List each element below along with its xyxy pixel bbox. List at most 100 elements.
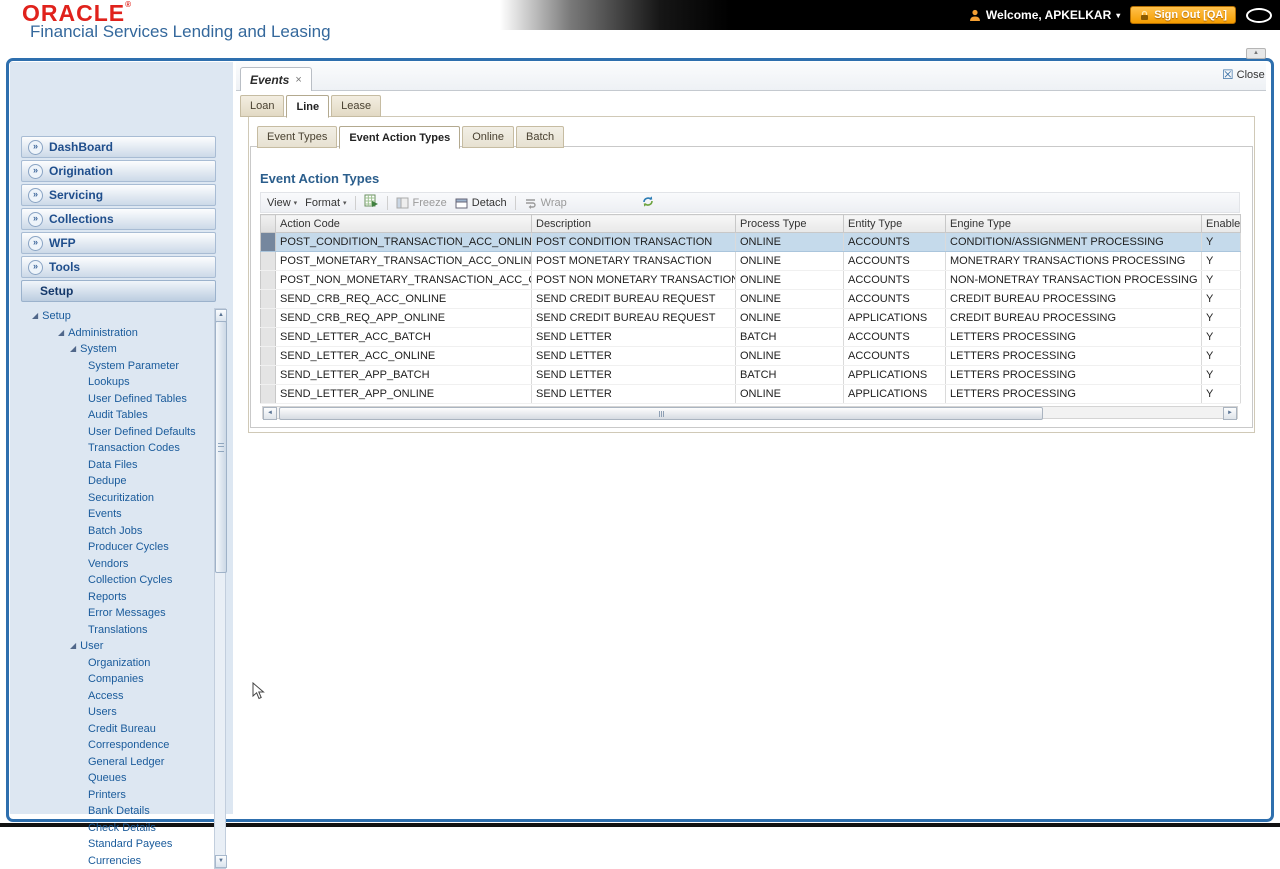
cell-enabled[interactable]: Y <box>1202 252 1241 271</box>
tree-item[interactable]: ◢ Audit Tables <box>22 407 212 424</box>
row-selector[interactable] <box>261 252 276 271</box>
tree-expander-icon[interactable]: ◢ <box>70 345 76 353</box>
cell-action-code[interactable]: POST_CONDITION_TRANSACTION_ACC_ONLINE <box>276 233 532 252</box>
tree-item[interactable]: ◢ Lookups <box>22 374 212 391</box>
row-selector[interactable] <box>261 347 276 366</box>
tree-expander-icon[interactable]: ◢ <box>32 312 38 320</box>
tree-item[interactable]: ◢ Producer Cycles <box>22 539 212 556</box>
row-selector[interactable] <box>261 309 276 328</box>
tree-item[interactable]: ◢ Transaction Codes <box>22 440 212 457</box>
tree-item[interactable]: ◢ Check Details <box>22 820 212 837</box>
tab[interactable]: Lease <box>331 95 381 117</box>
scroll-down-button[interactable]: ▼ <box>215 855 227 868</box>
table-row[interactable]: POST_CONDITION_TRANSACTION_ACC_ONLINE PO… <box>261 233 1241 252</box>
view-menu[interactable]: View ▾ <box>267 197 297 209</box>
cell-enabled[interactable]: Y <box>1202 309 1241 328</box>
tree-item[interactable]: ◢ Securitization <box>22 490 212 507</box>
tree-item[interactable]: ◢ Events <box>22 506 212 523</box>
cell-process-type[interactable]: ONLINE <box>736 290 844 309</box>
tree-item[interactable]: ◢ Setup <box>22 308 212 325</box>
column-header[interactable]: Description <box>532 215 736 233</box>
cell-process-type[interactable]: ONLINE <box>736 309 844 328</box>
wrap-button[interactable]: Wrap <box>524 197 567 209</box>
detach-button[interactable]: Detach <box>455 197 507 209</box>
document-tab-events[interactable]: Events × <box>240 67 312 91</box>
cell-description[interactable]: SEND CREDIT BUREAU REQUEST <box>532 309 736 328</box>
cell-action-code[interactable]: SEND_LETTER_ACC_ONLINE <box>276 347 532 366</box>
tree-item[interactable]: ◢ Correspondence <box>22 737 212 754</box>
cell-entity-type[interactable]: ACCOUNTS <box>844 290 946 309</box>
tree-item[interactable]: ◢ User <box>22 638 212 655</box>
user-menu[interactable]: Welcome, APKELKAR ▾ <box>969 8 1120 22</box>
tree-item[interactable]: ◢ Access <box>22 688 212 705</box>
cell-action-code[interactable]: POST_NON_MONETARY_TRANSACTION_ACC_ON... <box>276 271 532 290</box>
subtab[interactable]: Event Action Types <box>339 126 460 149</box>
table-row[interactable]: SEND_LETTER_APP_BATCH SEND LETTER BATCH … <box>261 366 1241 385</box>
cell-description[interactable]: SEND LETTER <box>532 328 736 347</box>
subtab[interactable]: Event Types <box>257 126 337 148</box>
cell-enabled[interactable]: Y <box>1202 271 1241 290</box>
tree-expander-icon[interactable]: ◢ <box>58 329 64 337</box>
cell-engine-type[interactable]: LETTERS PROCESSING <box>946 328 1202 347</box>
tree-item[interactable]: ◢ Printers <box>22 787 212 804</box>
cell-process-type[interactable]: ONLINE <box>736 252 844 271</box>
tree-item[interactable]: ◢ Users <box>22 704 212 721</box>
cell-engine-type[interactable]: CREDIT BUREAU PROCESSING <box>946 290 1202 309</box>
cell-engine-type[interactable]: LETTERS PROCESSING <box>946 347 1202 366</box>
tree-item[interactable]: ◢ Queues <box>22 770 212 787</box>
cell-process-type[interactable]: ONLINE <box>736 271 844 290</box>
tree-expander-icon[interactable]: ◢ <box>70 642 76 650</box>
accordion-item-setup[interactable]: Setup <box>21 280 216 302</box>
cell-description[interactable]: POST CONDITION TRANSACTION <box>532 233 736 252</box>
tree-item[interactable]: ◢ Administration <box>22 325 212 342</box>
row-selector[interactable] <box>261 366 276 385</box>
column-header[interactable]: Enabled <box>1202 215 1241 233</box>
cell-enabled[interactable]: Y <box>1202 385 1241 404</box>
row-selector[interactable] <box>261 271 276 290</box>
cell-description[interactable]: POST NON MONETARY TRANSACTION <box>532 271 736 290</box>
cell-enabled[interactable]: Y <box>1202 347 1241 366</box>
tree-item[interactable]: ◢ Standard Payees <box>22 836 212 853</box>
cell-process-type[interactable]: ONLINE <box>736 233 844 252</box>
cell-description[interactable]: POST MONETARY TRANSACTION <box>532 252 736 271</box>
scrollbar-thumb[interactable] <box>279 407 1043 420</box>
cell-description[interactable]: SEND LETTER <box>532 347 736 366</box>
accordion-item[interactable]: » Servicing <box>21 184 216 206</box>
tree-item[interactable]: ◢ Reports <box>22 589 212 606</box>
subtab[interactable]: Batch <box>516 126 564 148</box>
refresh-icon[interactable] <box>641 195 655 211</box>
accordion-item[interactable]: » Collections <box>21 208 216 230</box>
table-row[interactable]: POST_MONETARY_TRANSACTION_ACC_ONLINE POS… <box>261 252 1241 271</box>
cell-process-type[interactable]: BATCH <box>736 328 844 347</box>
cell-action-code[interactable]: SEND_CRB_REQ_APP_ONLINE <box>276 309 532 328</box>
tree-item[interactable]: ◢ Batch Jobs <box>22 523 212 540</box>
cell-enabled[interactable]: Y <box>1202 328 1241 347</box>
table-row[interactable]: SEND_CRB_REQ_ACC_ONLINE SEND CREDIT BURE… <box>261 290 1241 309</box>
accordion-item[interactable]: » Origination <box>21 160 216 182</box>
row-selector[interactable] <box>261 233 276 252</box>
scroll-left-button[interactable]: ◄ <box>263 407 277 420</box>
cell-engine-type[interactable]: LETTERS PROCESSING <box>946 385 1202 404</box>
cell-process-type[interactable]: BATCH <box>736 366 844 385</box>
accordion-item[interactable]: » Tools <box>21 256 216 278</box>
cell-action-code[interactable]: SEND_LETTER_APP_BATCH <box>276 366 532 385</box>
close-tab-icon[interactable]: × <box>295 74 301 86</box>
cell-engine-type[interactable]: CONDITION/ASSIGNMENT PROCESSING <box>946 233 1202 252</box>
cell-description[interactable]: SEND LETTER <box>532 366 736 385</box>
cell-enabled[interactable]: Y <box>1202 366 1241 385</box>
scroll-right-button[interactable]: ► <box>1223 407 1237 420</box>
tree-item[interactable]: ◢ Dedupe <box>22 473 212 490</box>
table-row[interactable]: POST_NON_MONETARY_TRANSACTION_ACC_ON... … <box>261 271 1241 290</box>
tree-item[interactable]: ◢ Credit Bureau <box>22 721 212 738</box>
cell-entity-type[interactable]: APPLICATIONS <box>844 309 946 328</box>
sidebar-scrollbar[interactable]: ▲ ▼ <box>214 308 226 869</box>
row-selector[interactable] <box>261 385 276 404</box>
cell-enabled[interactable]: Y <box>1202 290 1241 309</box>
row-selector[interactable] <box>261 290 276 309</box>
cell-action-code[interactable]: SEND_CRB_REQ_ACC_ONLINE <box>276 290 532 309</box>
cell-entity-type[interactable]: ACCOUNTS <box>844 252 946 271</box>
tree-item[interactable]: ◢ Data Files <box>22 457 212 474</box>
tab[interactable]: Loan <box>240 95 284 117</box>
cell-entity-type[interactable]: APPLICATIONS <box>844 366 946 385</box>
tree-item[interactable]: ◢ General Ledger <box>22 754 212 771</box>
